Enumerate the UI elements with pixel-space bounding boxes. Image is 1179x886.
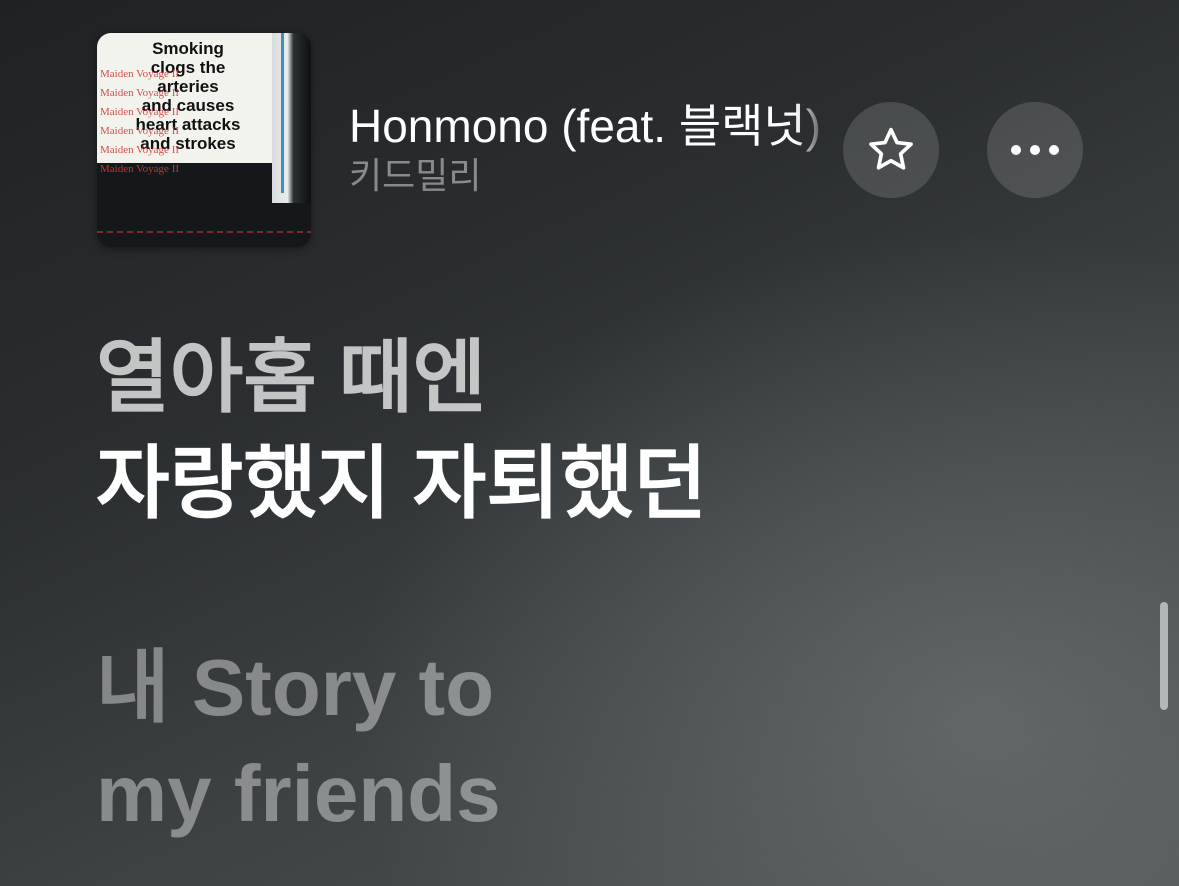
artwork-stamp-line: Maiden Voyage II bbox=[100, 68, 180, 80]
artwork-warning-line: Smoking bbox=[152, 39, 224, 58]
track-title: Honmono (feat. 블랙넛) bbox=[349, 100, 822, 152]
artwork-spine bbox=[272, 33, 311, 203]
artwork-stamp-line: Maiden Voyage II bbox=[100, 87, 180, 99]
lyrics-view[interactable]: 열아홉 때엔 자랑했지 자퇴했던 내 Story to my friends bbox=[96, 325, 1096, 847]
lyric-line-current[interactable]: 자랑했지 자퇴했던 bbox=[96, 431, 1096, 537]
artwork-bottom-strip bbox=[97, 231, 311, 233]
track-info[interactable]: Honmono (feat. 블랙넛) 키드밀리 bbox=[349, 98, 829, 198]
more-options-button[interactable] bbox=[987, 102, 1083, 198]
artwork-stamps: Maiden Voyage II Maiden Voyage II Maiden… bbox=[100, 65, 210, 179]
artwork-stamp-line: Maiden Voyage II bbox=[100, 163, 180, 175]
ellipsis-icon bbox=[1011, 145, 1059, 155]
album-artwork[interactable]: Smoking clogs the arteries and causes he… bbox=[97, 33, 311, 247]
artwork-stamp-line: Maiden Voyage II bbox=[100, 106, 180, 118]
star-icon bbox=[869, 127, 913, 170]
lyric-line-upcoming[interactable]: my friends bbox=[96, 741, 1096, 847]
favorite-button[interactable] bbox=[843, 102, 939, 198]
dot bbox=[1030, 145, 1040, 155]
dot bbox=[1049, 145, 1059, 155]
artwork-spine-line bbox=[281, 33, 284, 193]
lyrics-scrollbar[interactable] bbox=[1160, 602, 1168, 710]
track-artist[interactable]: 키드밀리 bbox=[349, 154, 829, 198]
lyric-gap bbox=[96, 537, 1096, 635]
dot bbox=[1011, 145, 1021, 155]
artwork-stamp-line: Maiden Voyage II bbox=[100, 125, 180, 137]
lyric-line-upcoming[interactable]: 내 Story to bbox=[96, 635, 1096, 741]
now-playing-header: Smoking clogs the arteries and causes he… bbox=[0, 0, 1179, 270]
artwork-stamp-line: Maiden Voyage II bbox=[100, 144, 180, 156]
lyric-line-past[interactable]: 열아홉 때엔 bbox=[96, 325, 1096, 431]
